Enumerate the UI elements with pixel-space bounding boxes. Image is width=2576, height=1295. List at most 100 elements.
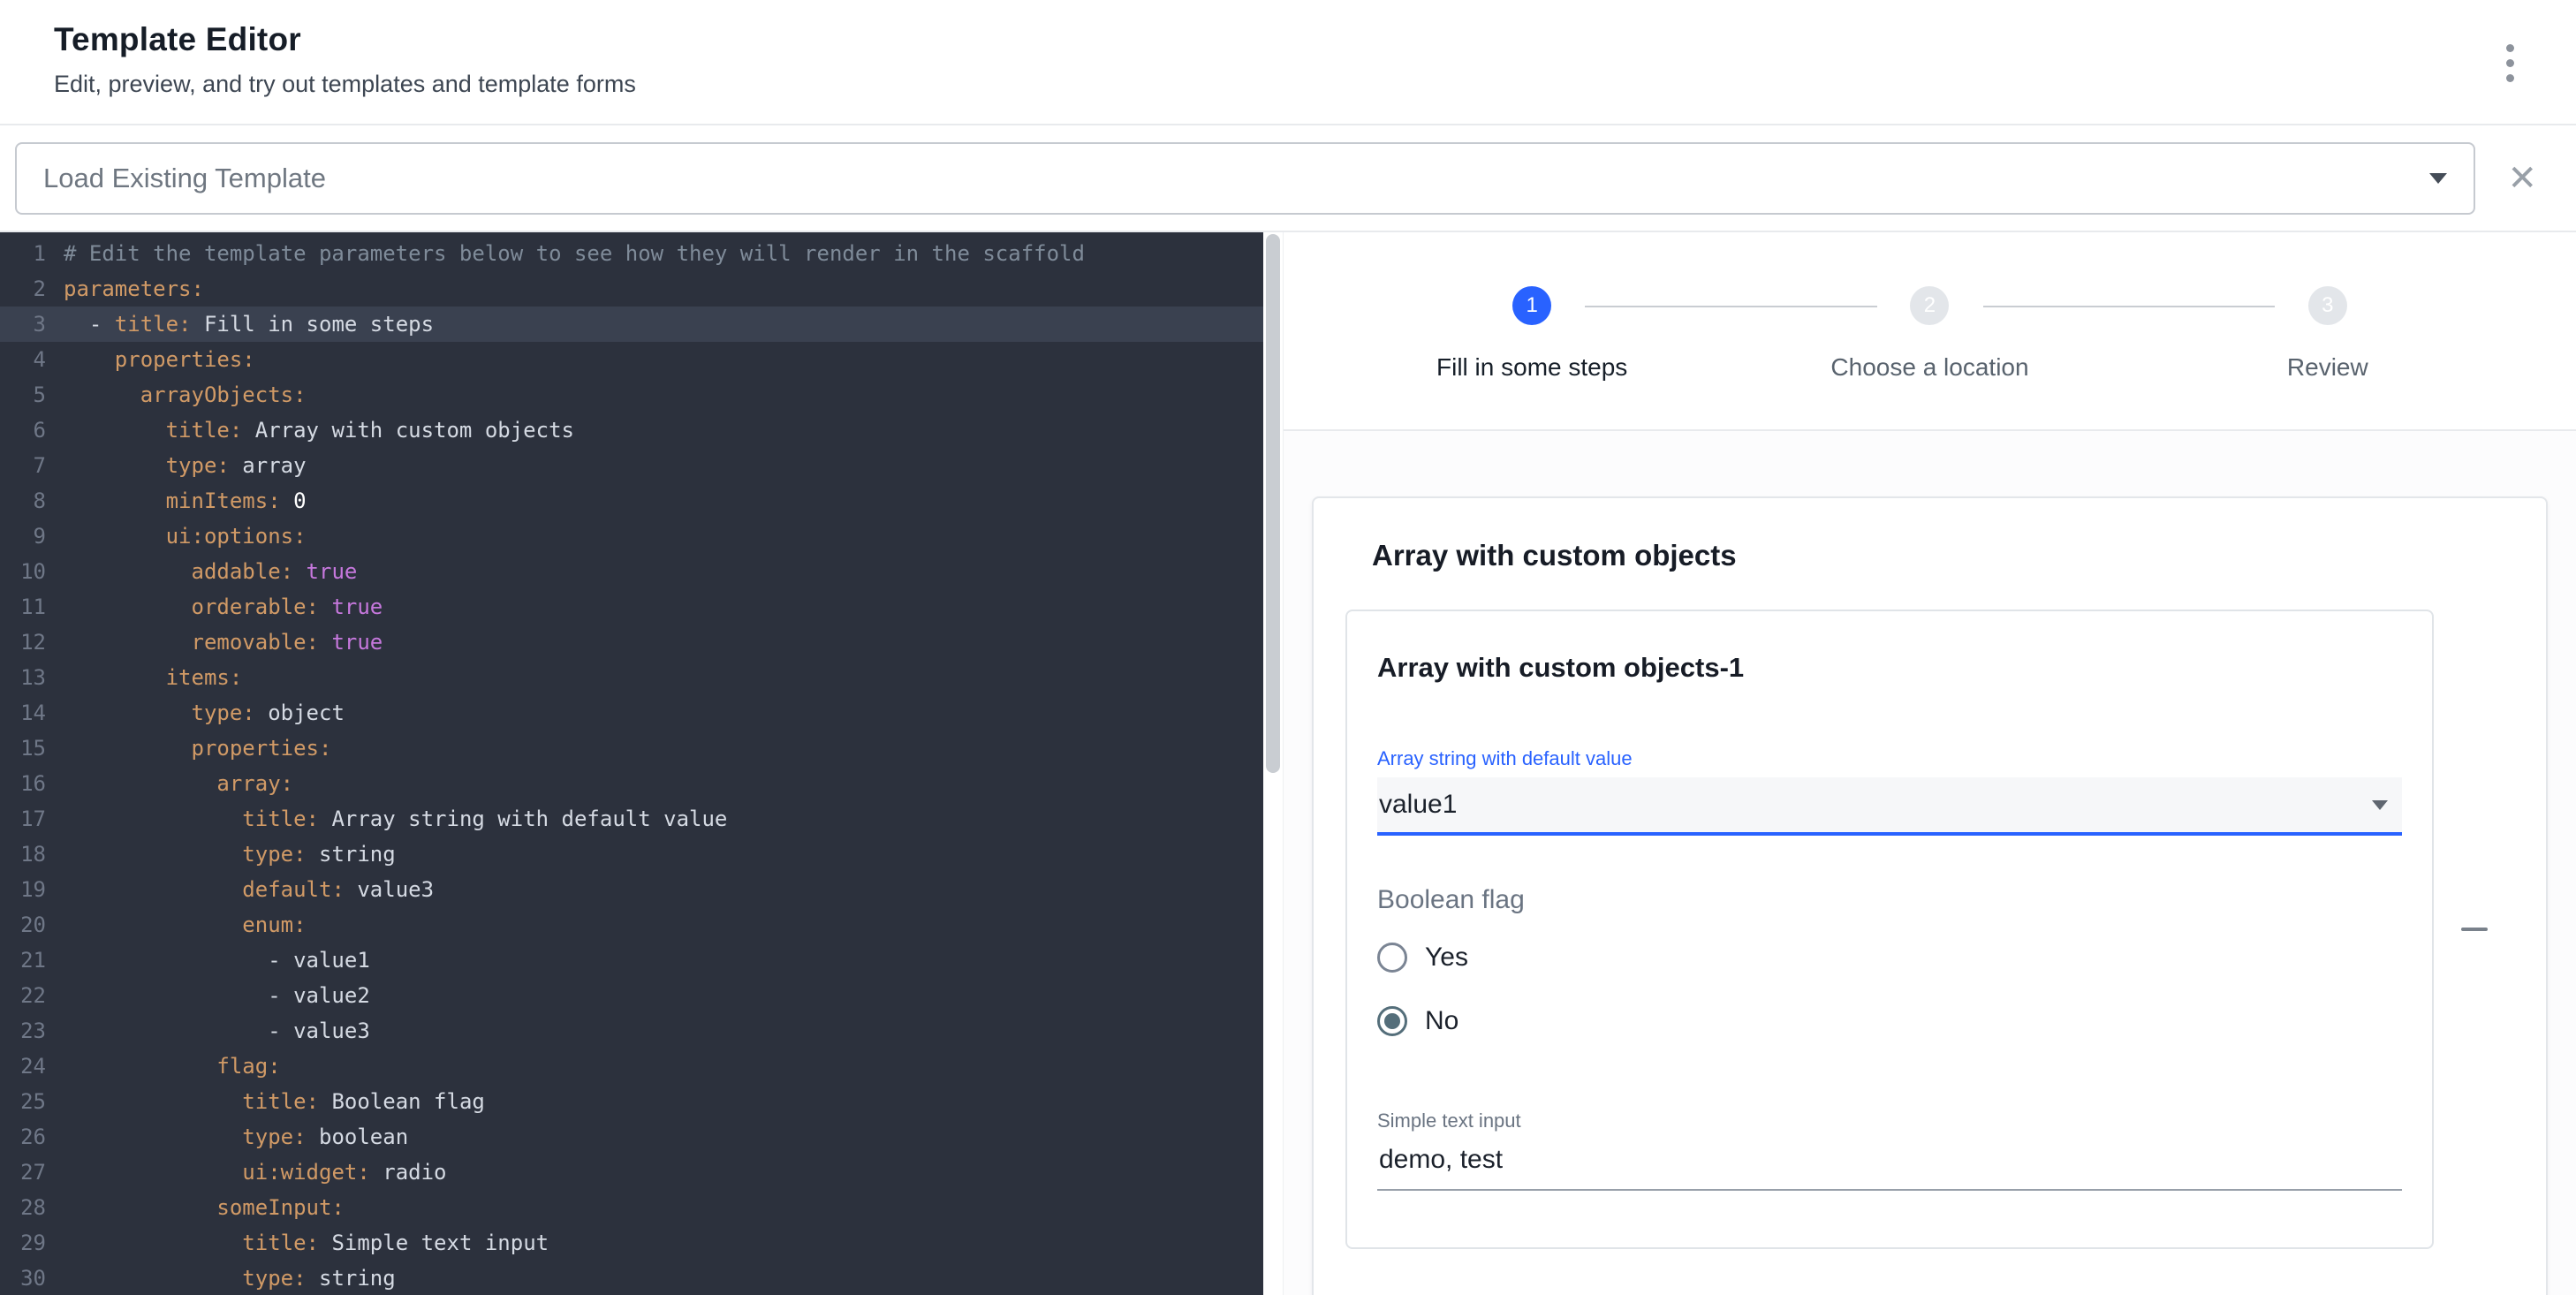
step-connector <box>1585 306 1876 307</box>
line-number: 1 <box>0 236 46 271</box>
code-line[interactable]: 20 enum: <box>0 907 1263 943</box>
line-number: 30 <box>0 1261 46 1295</box>
line-number: 17 <box>0 801 46 837</box>
load-template-select[interactable]: Load Existing Template <box>15 142 2475 215</box>
line-number: 3 <box>0 307 46 342</box>
step-label: Choose a location <box>1830 353 2028 382</box>
code-line[interactable]: 7 type: array <box>0 448 1263 483</box>
line-number: 10 <box>0 554 46 589</box>
code-line[interactable]: 25 title: Boolean flag <box>0 1084 1263 1119</box>
editor-scrollbar[interactable] <box>1263 232 1283 1295</box>
code-line[interactable]: 6 title: Array with custom objects <box>0 413 1263 448</box>
form-preview-area: Array with custom objects Array with cus… <box>1284 431 2576 1295</box>
preview-panel: 1Fill in some steps 2 Choose a location 3Re… <box>1283 232 2576 1295</box>
line-number: 25 <box>0 1084 46 1119</box>
code-line[interactable]: 19 default: value3 <box>0 872 1263 907</box>
radio-button-icon <box>1377 943 1407 973</box>
step-1: 1Fill in some steps <box>1333 232 1731 429</box>
code-text: type: string <box>46 837 396 872</box>
line-number: 6 <box>0 413 46 448</box>
remove-item-button[interactable] <box>2434 910 2514 949</box>
code-line[interactable]: 5 arrayObjects: <box>0 377 1263 413</box>
code-line[interactable]: 9 ui:options: <box>0 519 1263 554</box>
line-number: 21 <box>0 943 46 978</box>
code-lines: 1# Edit the template parameters below to… <box>0 236 1263 1295</box>
radio-option-label: No <box>1425 1006 1458 1036</box>
step-circle: 3 <box>2308 286 2347 325</box>
code-editor[interactable]: 1# Edit the template parameters below to… <box>0 232 1263 1295</box>
radio-group-label: Boolean flag <box>1377 885 2402 915</box>
code-line[interactable]: 4 properties: <box>0 342 1263 377</box>
step-circle: 2 <box>1910 286 1949 325</box>
line-number: 2 <box>0 271 46 307</box>
line-number: 20 <box>0 907 46 943</box>
line-number: 27 <box>0 1155 46 1190</box>
simple-text-input[interactable] <box>1377 1140 2402 1191</box>
code-line[interactable]: 27 ui:widget: radio <box>0 1155 1263 1190</box>
code-text: - value1 <box>46 943 370 978</box>
code-line[interactable]: 28 someInput: <box>0 1190 1263 1225</box>
code-line[interactable]: 12 removable: true <box>0 625 1263 660</box>
code-text: type: boolean <box>46 1119 408 1155</box>
line-number: 7 <box>0 448 46 483</box>
code-text: removable: true <box>46 625 383 660</box>
code-line[interactable]: 3 - title: Fill in some steps <box>0 307 1263 342</box>
radio-option[interactable]: No <box>1377 989 2402 1053</box>
code-line[interactable]: 29 title: Simple text input <box>0 1225 1263 1261</box>
line-number: 14 <box>0 695 46 731</box>
code-line[interactable]: 11 orderable: true <box>0 589 1263 625</box>
code-text: parameters: <box>46 271 204 307</box>
array-item-card: Array with custom objects-1 Array string… <box>1345 610 2434 1249</box>
code-line[interactable]: 1# Edit the template parameters below to… <box>0 236 1263 271</box>
page-title: Template Editor <box>54 21 2523 58</box>
code-text: - title: Fill in some steps <box>46 307 434 342</box>
kebab-dot-icon <box>2506 59 2514 67</box>
radio-option[interactable]: Yes <box>1377 926 2402 989</box>
code-text: title: Simple text input <box>46 1225 549 1261</box>
code-line[interactable]: 21 - value1 <box>0 943 1263 978</box>
code-line[interactable]: 13 items: <box>0 660 1263 695</box>
line-number: 26 <box>0 1119 46 1155</box>
line-number: 15 <box>0 731 46 766</box>
line-number: 16 <box>0 766 46 801</box>
code-line[interactable]: 17 title: Array string with default valu… <box>0 801 1263 837</box>
minus-icon <box>2461 928 2488 931</box>
line-number: 9 <box>0 519 46 554</box>
line-number: 23 <box>0 1013 46 1049</box>
more-options-button[interactable] <box>2501 39 2519 87</box>
line-number: 8 <box>0 483 46 519</box>
clear-button[interactable]: ✕ <box>2507 161 2537 196</box>
code-line[interactable]: 15 properties: <box>0 731 1263 766</box>
code-text: type: object <box>46 695 345 731</box>
code-text: ui:options: <box>46 519 307 554</box>
code-line[interactable]: 14 type: object <box>0 695 1263 731</box>
code-text: title: Boolean flag <box>46 1084 485 1119</box>
line-number: 24 <box>0 1049 46 1084</box>
kebab-dot-icon <box>2506 44 2514 52</box>
code-text: - value2 <box>46 978 370 1013</box>
kebab-dot-icon <box>2506 74 2514 82</box>
code-text: arrayObjects: <box>46 377 307 413</box>
line-number: 29 <box>0 1225 46 1261</box>
code-line[interactable]: 10 addable: true <box>0 554 1263 589</box>
section-title: Array with custom objects <box>1372 539 2514 572</box>
code-line[interactable]: 2parameters: <box>0 271 1263 307</box>
code-line[interactable]: 24 flag: <box>0 1049 1263 1084</box>
code-line[interactable]: 18 type: string <box>0 837 1263 872</box>
step-3: 3Review <box>2129 232 2527 429</box>
code-line[interactable]: 30 type: string <box>0 1261 1263 1295</box>
code-line[interactable]: 8 minItems: 0 <box>0 483 1263 519</box>
step-label: Fill in some steps <box>1436 353 1627 382</box>
code-line[interactable]: 16 array: <box>0 766 1263 801</box>
code-text: properties: <box>46 731 331 766</box>
code-text: title: Array with custom objects <box>46 413 574 448</box>
code-text: addable: true <box>46 554 357 589</box>
array-string-select[interactable]: value1 <box>1377 777 2402 836</box>
code-line[interactable]: 22 - value2 <box>0 978 1263 1013</box>
code-text: flag: <box>46 1049 281 1084</box>
code-text: orderable: true <box>46 589 383 625</box>
main-split: 1# Edit the template parameters below to… <box>0 232 2576 1295</box>
code-line[interactable]: 26 type: boolean <box>0 1119 1263 1155</box>
scrollbar-thumb[interactable] <box>1266 234 1280 773</box>
code-line[interactable]: 23 - value3 <box>0 1013 1263 1049</box>
